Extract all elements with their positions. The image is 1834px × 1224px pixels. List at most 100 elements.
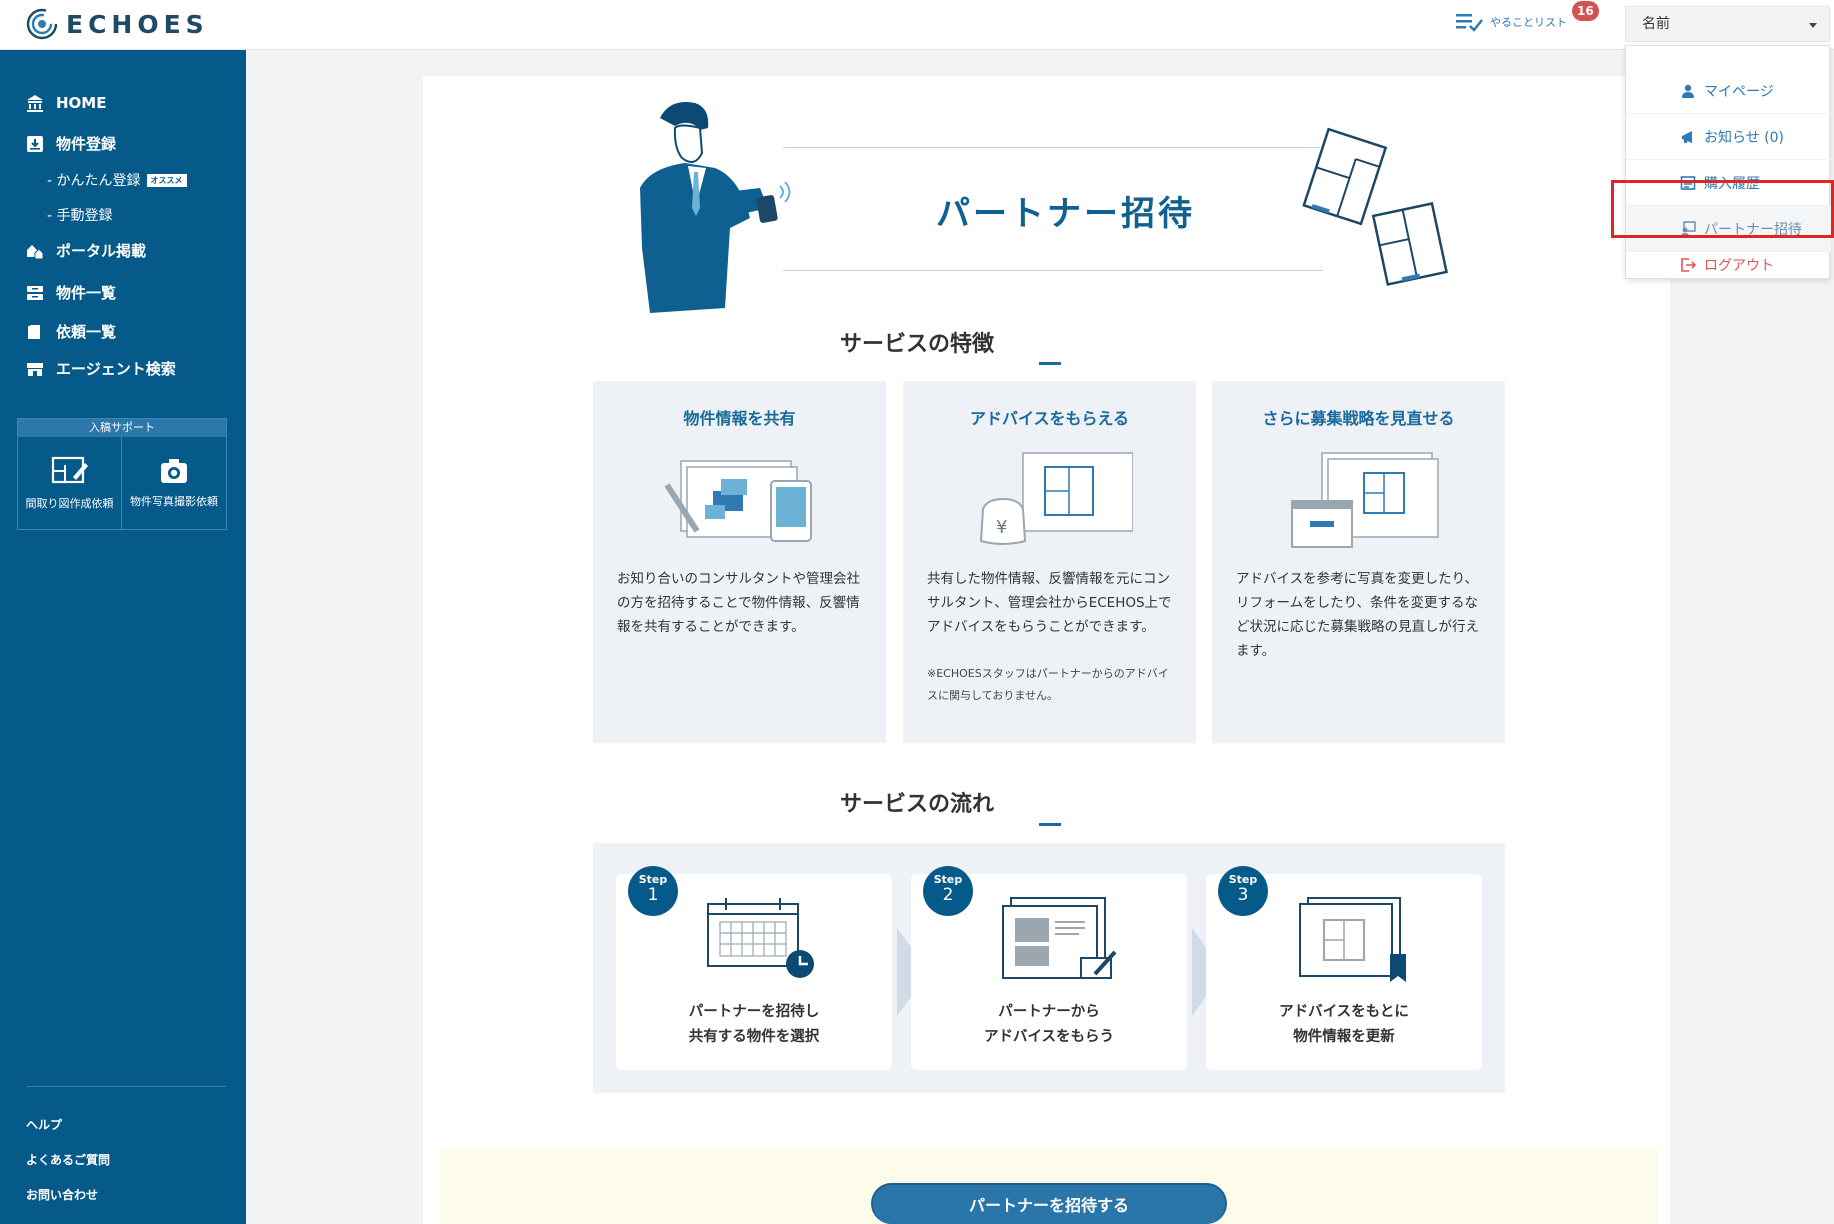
svg-text:¥: ¥: [996, 517, 1007, 538]
feature-card-advice: アドバイスをもらえる ¥ 共有した物件情報、反響情報を元にコンサルタント、管理会…: [903, 381, 1196, 743]
shared-documents-icon: [664, 460, 812, 542]
step-text: パートナーから アドバイスをもらう: [911, 1000, 1187, 1050]
person-icon: [1682, 84, 1694, 98]
checklist-icon: [1456, 14, 1483, 32]
step-line: パートナーを招待し: [688, 1004, 820, 1020]
businessman-illustration: [640, 102, 791, 313]
sidebar-item-agent-search[interactable]: エージェント検索: [26, 358, 176, 379]
hero-divider-bottom: [783, 270, 1323, 271]
upload-support-heading: 入稿サポート: [18, 419, 226, 437]
todo-count-badge: 16: [1572, 1, 1599, 21]
step-line: アドバイスをもとに: [1279, 1004, 1409, 1020]
logo-text: ECHOES: [66, 9, 209, 39]
step-line: 物件情報を更新: [1293, 1029, 1395, 1045]
step-badge: Step 1: [628, 866, 678, 916]
menu-item-mypage[interactable]: マイページ: [1626, 68, 1831, 114]
support-tile-label: 物件写真撮影依頼: [130, 495, 218, 508]
recommend-badge: オススメ: [146, 173, 187, 187]
step-card-1: Step 1 パートナーを招待し 共有する物件を選択: [616, 866, 892, 1070]
step-text: アドバイスをもとに 物件情報を更新: [1206, 1000, 1482, 1050]
caret-down-icon: [1809, 23, 1817, 28]
step-card-3: Step 3 アドバイスをもとに 物件情報を更新: [1206, 866, 1482, 1070]
menu-item-label: お知らせ (0): [1704, 129, 1785, 146]
floorplan-edit-icon: [51, 456, 88, 484]
feature-title: 物件情報を共有: [683, 409, 796, 428]
sidebar-item-property-list[interactable]: 物件一覧: [26, 282, 116, 303]
step-line: 共有する物件を選択: [688, 1029, 820, 1045]
step-badge: Step 3: [1218, 866, 1268, 916]
feature-description: アドバイスを参考に写真を変更したり、リフォームをしたり、条件を変更するなど状況に…: [1236, 571, 1479, 659]
step-line: パートナーから: [998, 1004, 1100, 1020]
sidebar-divider: [26, 1086, 226, 1087]
faq-link[interactable]: よくあるご質問: [26, 1151, 110, 1168]
step-line: アドバイスをもらう: [983, 1029, 1115, 1045]
upload-support-panel: 入稿サポート 間取り図作成依頼 物件写真撮影依頼: [17, 418, 227, 530]
menu-item-notifications[interactable]: お知らせ (0): [1626, 114, 1831, 160]
feature-title: アドバイスをもらえる: [969, 409, 1130, 428]
invite-partner-button[interactable]: パートナーを招待する: [871, 1183, 1227, 1224]
sidebar-item-label: HOME: [56, 94, 107, 112]
logout-icon: [1681, 258, 1696, 272]
features-heading-underline: [1039, 362, 1061, 365]
step-number: 3: [1237, 885, 1249, 905]
menu-item-logout[interactable]: ログアウト: [1626, 252, 1831, 278]
download-box-icon: [27, 135, 43, 152]
step-text: パートナーを招待し 共有する物件を選択: [616, 1000, 892, 1050]
user-name: 名前: [1642, 16, 1670, 32]
top-header: ECHOES やることリスト 16 名前: [0, 0, 1834, 50]
calendar-clock-icon: [707, 898, 814, 978]
advice-plan-icon: ¥: [979, 452, 1133, 545]
sidebar-item-portal[interactable]: ポータル掲載: [26, 240, 146, 261]
todo-list-link[interactable]: やることリスト: [1456, 12, 1567, 32]
store-icon: [27, 362, 43, 376]
sidebar-item-property-register[interactable]: 物件登録: [26, 133, 116, 154]
hero-divider-top: [783, 147, 1320, 148]
todo-label: やることリスト: [1490, 16, 1567, 29]
step-badge: Step 2: [923, 866, 973, 916]
feature-description: 共有した物件情報、反響情報を元にコンサルタント、管理会社からECEHOS上でアド…: [927, 571, 1172, 635]
contact-link[interactable]: お問い合わせ: [26, 1186, 98, 1203]
feature-description: お知り合いのコンサルタントや管理会社の方を招待することで物件情報、反響情報を共有…: [617, 571, 860, 635]
step-card-2: Step 2 パートナーから アドバイスをもらう: [911, 866, 1187, 1070]
sidebar-subitem-manual-register[interactable]: - 手動登録: [47, 205, 113, 225]
user-dropdown-menu: マイページ お知らせ (0) 購入履歴 パートナー招待 ログアウト: [1625, 45, 1831, 279]
strategy-plan-icon: [1291, 452, 1439, 548]
megaphone-icon: [1682, 130, 1692, 143]
menu-item-label: マイページ: [1704, 83, 1774, 100]
feature-card-strategy: さらに募集戦略を見直せる アドバイスを参考に写真を変更したり、リフォームをしたり…: [1212, 381, 1505, 743]
floorplan-request-tile[interactable]: 間取り図作成依頼: [18, 437, 122, 529]
step-number: 2: [942, 885, 954, 905]
camera-icon: [161, 459, 187, 483]
sidebar-subitem-label: - 手動登録: [47, 208, 113, 224]
document-edit-icon: [1002, 897, 1117, 979]
echoes-logo[interactable]: ECHOES: [26, 8, 209, 40]
echoes-logo-mark-icon: [26, 8, 58, 40]
sidebar-subitem-label: - かんたん登録: [47, 173, 141, 189]
user-menu-select[interactable]: 名前: [1625, 6, 1830, 42]
sidebar-item-home[interactable]: HOME: [26, 94, 106, 112]
sidebar-item-label: ポータル掲載: [56, 242, 147, 260]
highlight-box: [1611, 180, 1834, 238]
floorplan-illustration: [1302, 127, 1448, 286]
flow-heading: サービスの流れ: [839, 792, 994, 817]
sidebar-subitem-easy-register[interactable]: - かんたん登録 オススメ: [47, 170, 187, 190]
flow-heading-underline: [1039, 823, 1061, 826]
feature-title: さらに募集戦略を見直せる: [1262, 409, 1455, 428]
page-title: パートナー招待: [936, 194, 1195, 234]
floorplan-bookmark-icon: [1299, 897, 1406, 982]
support-tile-label: 間取り図作成依頼: [25, 497, 114, 510]
sidebar-item-label: エージェント検索: [56, 360, 176, 378]
bank-icon: [27, 95, 43, 112]
sidebar-item-label: 物件一覧: [56, 284, 117, 302]
feature-note: ※ECHOESスタッフはパートナーからのアドバイスに関与しておりません。: [927, 667, 1169, 702]
houses-icon: [27, 244, 44, 259]
feature-card-share: 物件情報を共有 お知り合いのコンサルタントや管理会社の方を招待することで物件情報…: [593, 381, 886, 743]
help-link[interactable]: ヘルプ: [26, 1116, 62, 1133]
features-heading: サービスの特徴: [839, 332, 994, 357]
sidebar: HOME 物件登録 - かんたん登録 オススメ - 手動登録 ポータル掲載 物件…: [0, 50, 246, 1224]
photo-request-tile[interactable]: 物件写真撮影依頼: [122, 437, 226, 529]
sidebar-item-label: 物件登録: [56, 135, 117, 153]
menu-item-label: ログアウト: [1704, 258, 1774, 274]
step-number: 1: [647, 885, 659, 905]
inbox-icon: [27, 285, 43, 300]
